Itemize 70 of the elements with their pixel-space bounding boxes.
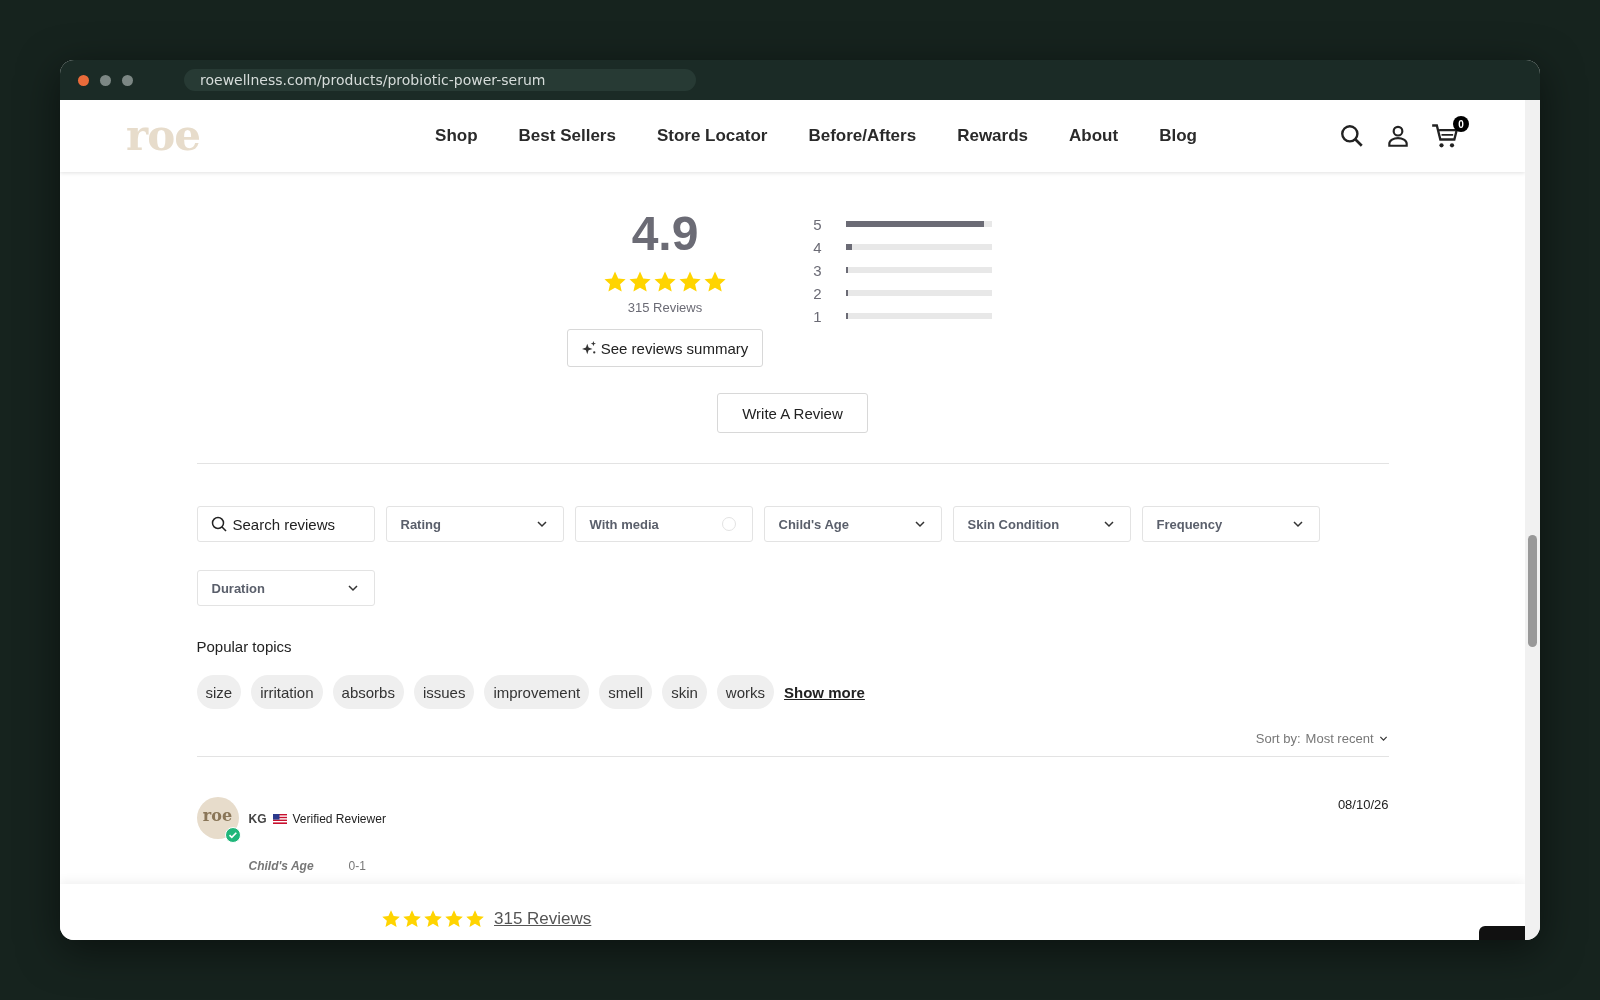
address-bar[interactable]: roewellness.com/products/probiotic-power-serum	[184, 69, 696, 91]
filter-dropdown[interactable]: Rating	[385, 506, 564, 542]
cart-count-badge: 0	[1453, 116, 1469, 132]
filter-label: Rating	[400, 516, 441, 532]
maximize-dot-icon[interactable]	[122, 74, 133, 86]
verified-label: Verified Reviewer	[292, 812, 386, 826]
topic-chip[interactable]: size	[196, 675, 242, 709]
section-heading: Popular topics	[196, 638, 293, 655]
star-icon	[423, 909, 443, 929]
topic-chip[interactable]: smell	[599, 675, 653, 709]
flag-icon	[272, 814, 287, 824]
star-icon	[603, 270, 627, 294]
star-level-label: 4	[813, 238, 822, 256]
nav-link[interactable]: Blog	[1159, 126, 1197, 146]
reviewer-name: KG	[248, 812, 267, 826]
sort-dropdown[interactable]: Most recent	[1305, 731, 1389, 746]
topic-chip[interactable]: absorbs	[332, 675, 404, 709]
filter-label: Skin Condition	[967, 516, 1060, 532]
cart-icon[interactable]	[1431, 122, 1459, 150]
minimize-dot-icon[interactable]	[100, 74, 111, 86]
star-icon	[703, 270, 727, 294]
star-level-label: 5	[813, 215, 822, 233]
review-date: 08/10/26	[1337, 797, 1389, 812]
scrollbar[interactable]	[1525, 100, 1540, 940]
filter-dropdown[interactable]: Skin Condition	[952, 506, 1131, 542]
star-icon	[628, 270, 652, 294]
topic-chip[interactable]: works	[716, 675, 775, 709]
nav-link[interactable]: Before/Afters	[808, 126, 917, 146]
star-level-label: 2	[813, 284, 822, 302]
answer-text: 0-1	[348, 859, 366, 873]
star-icon	[381, 909, 401, 929]
star-icon	[678, 270, 702, 294]
search-field[interactable]: Search reviews	[196, 506, 375, 542]
question-label: Child's Age	[248, 859, 315, 873]
filter-label: Child's Age	[778, 516, 849, 532]
filter-dropdown[interactable]: Duration	[196, 570, 375, 606]
show-more-link[interactable]: Show more	[784, 683, 865, 701]
topic-chip[interactable]: skin	[662, 675, 707, 709]
filter-toggle[interactable]: With media	[574, 506, 753, 542]
star-icon	[444, 909, 464, 929]
nav-link[interactable]: Shop	[435, 126, 478, 146]
sort-label: Sort by:	[1255, 731, 1301, 746]
star-icon	[653, 270, 677, 294]
sparkle-icon	[581, 341, 596, 355]
reviews-link[interactable]: 315 Reviews	[494, 909, 592, 929]
star-icon	[402, 909, 422, 929]
review-count: 315 Reviews	[627, 300, 703, 315]
close-dot-icon[interactable]	[78, 74, 89, 86]
filter-dropdown[interactable]: Frequency	[1141, 506, 1320, 542]
summary-button[interactable]: See reviews summary	[566, 329, 764, 367]
search-icon	[210, 516, 227, 532]
star-level-label: 1	[813, 307, 822, 325]
filter-label: Frequency	[1156, 516, 1223, 532]
nav-link[interactable]: Best Sellers	[518, 126, 616, 146]
filter-dropdown[interactable]: Child's Age	[763, 506, 942, 542]
account-icon[interactable]	[1385, 123, 1411, 149]
nav-link[interactable]: Rewards	[957, 126, 1029, 146]
search-icon[interactable]	[1339, 123, 1365, 149]
filter-label: Duration	[211, 580, 265, 596]
nav-link[interactable]: About	[1069, 126, 1119, 146]
star-level-label: 3	[813, 261, 822, 279]
write-review-button[interactable]: Write A Review	[717, 393, 868, 433]
avatar-logo-text: roe	[202, 805, 233, 825]
topic-chip[interactable]: irritation	[251, 675, 323, 709]
filter-label: With media	[589, 516, 659, 532]
star-icon	[465, 909, 485, 929]
nav-link[interactable]: Store Locator	[656, 126, 768, 146]
topic-chip[interactable]: improvement	[484, 675, 590, 709]
topic-chip[interactable]: issues	[413, 675, 475, 709]
average-rating: 4.9	[631, 210, 699, 258]
